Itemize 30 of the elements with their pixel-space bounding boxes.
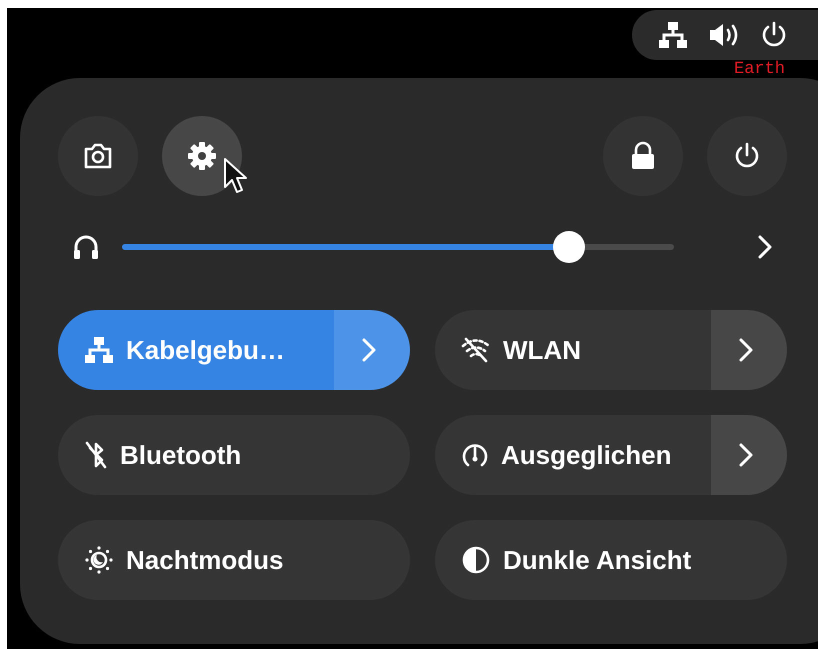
chevron-right-icon [757,234,773,260]
gauge-icon [461,441,489,469]
contrast-icon [461,545,491,575]
bluetooth-off-icon [84,440,108,470]
toggle-button[interactable]: WLAN [435,310,711,390]
volume-icon [708,22,740,48]
toggle-button[interactable]: Nachtmodus [58,520,410,600]
wifi-off-icon [461,337,491,363]
toggle-button[interactable]: Dunkle Ansicht [435,520,787,600]
settings-icon [186,140,218,172]
power-icon [733,142,761,170]
toggle-menu-button[interactable] [334,310,410,390]
chevron-right-icon [738,442,754,468]
toggle-menu-button[interactable] [711,310,787,390]
toggle-button[interactable]: Kabelgebu… [58,310,334,390]
chevron-right-icon [361,337,377,363]
camera-icon [82,142,114,170]
volume-slider[interactable] [122,231,674,263]
power-icon [760,21,788,49]
headphones-icon [72,233,100,261]
chevron-right-icon [738,337,754,363]
lock-icon [630,141,656,171]
toggle-button[interactable]: Bluetooth [58,415,410,495]
sun-moon-icon [84,545,114,575]
volume-menu-button[interactable] [757,234,773,260]
toggle-button[interactable]: Ausgeglichen [435,415,711,495]
terminal-text: Earth [734,61,786,78]
network-icon [658,21,688,49]
network-icon [84,336,114,364]
toggle-menu-button[interactable] [711,415,787,495]
